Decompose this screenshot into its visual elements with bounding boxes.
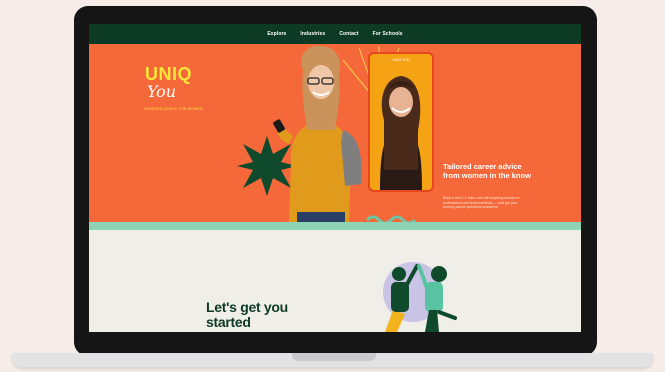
squiggle-line [365,215,417,222]
celebration-illustration [383,262,457,332]
nav-industries[interactable]: Industries [300,31,325,37]
hero-heading: Tailored career advice from women in the… [443,162,531,180]
student-girl-image [273,45,362,222]
woman-portrait-image [380,76,422,190]
lower-section: Let's get you started [89,230,581,332]
top-nav: Explore Industries Contact For Schools [89,24,581,44]
nav-contact[interactable]: Contact [339,31,358,37]
nav-explore[interactable]: Explore [267,31,286,37]
phone-mockup: UNIQ YOU [368,52,434,192]
hero-body-text: Book a free 1:1 video call with inspirin… [443,196,520,209]
mint-divider [89,222,581,230]
nav-for-schools[interactable]: For Schools [373,31,403,37]
laptop-notch [292,353,376,361]
logo-script: You [147,82,177,101]
section-heading: Let's get you started [206,299,288,330]
website-screen: Explore Industries Contact For Schools U… [89,24,581,332]
logo-tagline: CAREERS ADVICE FOR WOMEN [144,107,203,111]
hero-section: UNIQ You CAREERS ADVICE FOR WOMEN UNIQ Y… [89,44,581,222]
